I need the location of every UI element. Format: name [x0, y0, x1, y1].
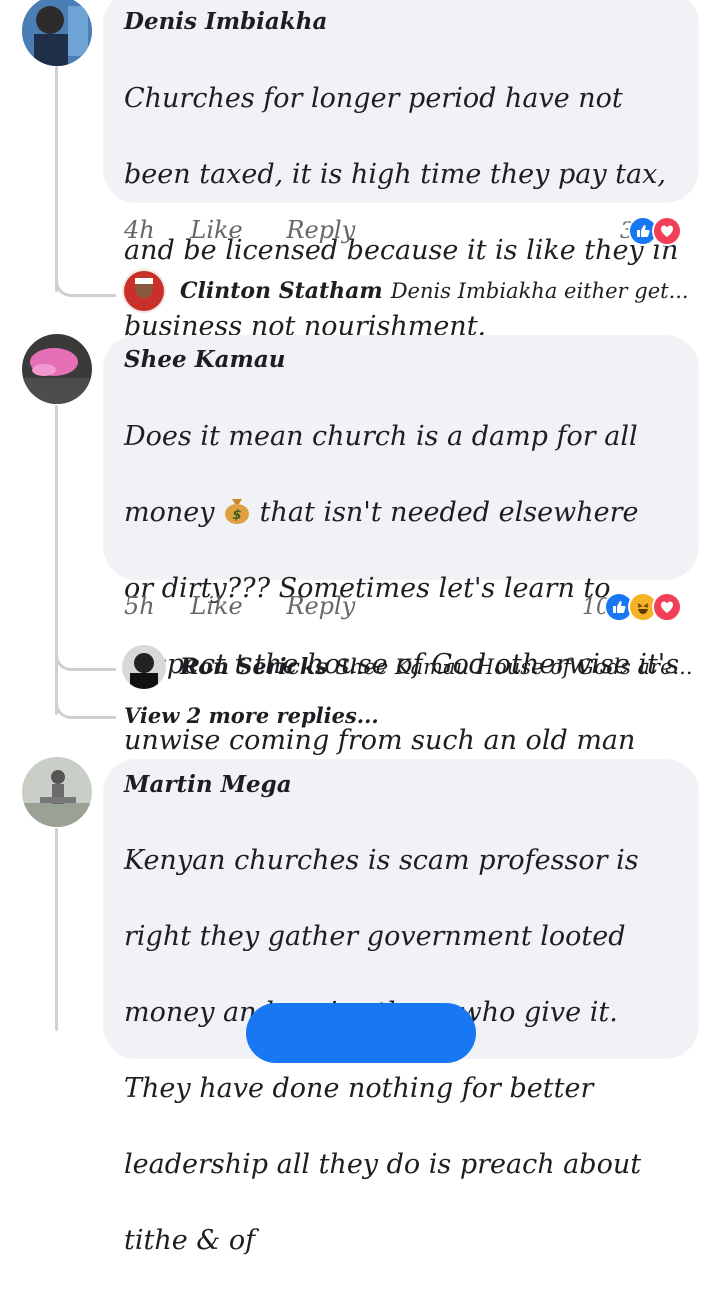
reaction-summary[interactable]: 3	[620, 216, 682, 246]
avatar[interactable]	[122, 269, 166, 313]
comment-author[interactable]: Martin Mega	[124, 771, 292, 798]
view-more-replies-link[interactable]: View 2 more replies...	[124, 703, 379, 728]
comment-author[interactable]: Denis Imbiakha	[124, 8, 327, 35]
reply-connector	[55, 646, 116, 671]
reply-button[interactable]: Reply	[286, 592, 355, 620]
like-button[interactable]: Like	[190, 592, 242, 620]
comment-actions: 4h Like Reply	[124, 216, 391, 244]
love-reaction-icon	[652, 216, 682, 246]
comment-text: Does it mean church is a damp for all mo…	[124, 421, 680, 756]
comment-time: 5h	[124, 592, 155, 620]
comment-actions: 5h Like Reply	[124, 592, 391, 620]
thread-line	[55, 828, 58, 1031]
svg-text:$: $	[233, 508, 242, 523]
thread-line	[55, 66, 58, 292]
avatar[interactable]	[22, 757, 92, 827]
reply-button[interactable]: Reply	[286, 216, 355, 244]
avatar[interactable]	[22, 0, 92, 66]
reply-preview[interactable]: Ron Sericks Shee Kamau House of Gods are…	[122, 645, 693, 689]
love-reaction-icon	[652, 592, 682, 622]
money-bag-icon: $	[223, 495, 251, 525]
reaction-summary[interactable]: 10	[582, 592, 682, 622]
comment-text: Churches for longer period have not been…	[124, 83, 679, 342]
new-comments-pill[interactable]	[246, 1003, 476, 1063]
reply-author[interactable]: Clinton Statham	[180, 278, 383, 304]
avatar[interactable]	[22, 334, 92, 404]
avatar[interactable]	[122, 645, 166, 689]
comment-author[interactable]: Shee Kamau	[124, 346, 285, 373]
like-button[interactable]: Like	[190, 216, 242, 244]
reply-connector	[55, 694, 116, 719]
reply-author[interactable]: Ron Sericks	[180, 654, 327, 680]
reply-preview[interactable]: Clinton Statham Denis Imbiakha either ge…	[122, 269, 689, 313]
thread-line	[55, 405, 58, 715]
comment-time: 4h	[124, 216, 155, 244]
reply-snippet: Denis Imbiakha either get...	[390, 279, 689, 303]
reply-snippet: Shee Kamau House of Gods are...	[335, 655, 693, 679]
reply-connector	[55, 272, 116, 297]
